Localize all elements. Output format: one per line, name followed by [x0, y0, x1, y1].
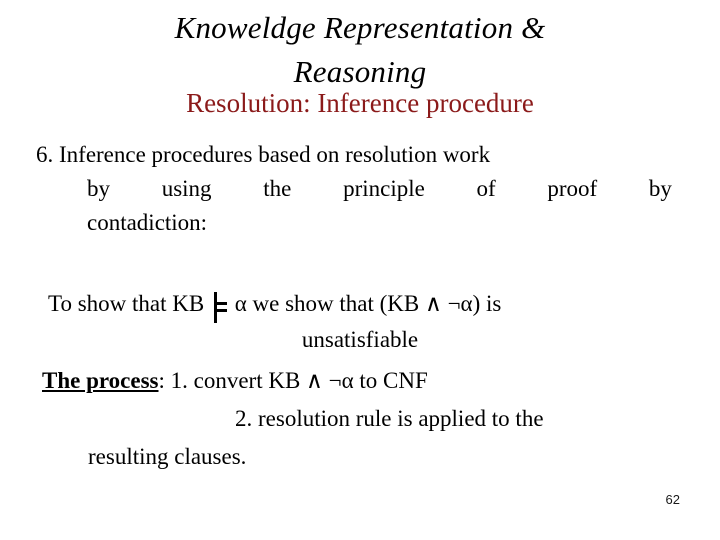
- slide-canvas: Knoweldge Representation & Reasoning Res…: [0, 0, 720, 540]
- justified-word: the: [263, 176, 292, 201]
- process-step-two-line: 2. resolution rule is applied to the: [235, 406, 544, 431]
- process-step-two-continued-line: resulting clauses.: [88, 444, 247, 469]
- justified-word: using: [161, 176, 212, 201]
- slide-number: 62: [665, 492, 680, 507]
- entailment-suffix-text: α we show that (KB ∧ ¬α) is: [228, 291, 502, 316]
- entails-icon-bar: [213, 292, 217, 323]
- process-step-one-text: : 1. convert KB ∧ ¬α to CNF: [158, 368, 428, 393]
- entailment-prefix-text: To show that KB: [48, 291, 210, 316]
- paragraph-one-line-2: by using the principle of proof by: [36, 172, 672, 206]
- justified-word: by: [648, 176, 672, 201]
- body-paragraph-one: 6. Inference procedures based on resolut…: [36, 138, 672, 240]
- body-paragraph-three: The process: 1. convert KB ∧ ¬α to CNF 2…: [0, 362, 720, 476]
- entailment-statement-line: To show that KB α we show that (KB ∧ ¬α)…: [0, 286, 720, 323]
- process-label: The process: [42, 368, 159, 393]
- paragraph-one-line-3: contadiction:: [87, 210, 208, 235]
- entails-icon-arm-top: [213, 302, 227, 305]
- slide-title: Knoweldge Representation & Reasoning: [0, 6, 720, 94]
- justified-word: proof: [547, 176, 598, 201]
- paragraph-one-line-1: 6. Inference procedures based on resolut…: [36, 142, 491, 167]
- justified-word: principle: [343, 176, 425, 201]
- unsatisfiable-line: unsatisfiable: [301, 327, 419, 352]
- entails-icon-arm-bottom: [213, 309, 227, 312]
- body-paragraph-two: To show that KB α we show that (KB ∧ ¬α)…: [0, 286, 720, 358]
- slide-subtitle: Resolution: Inference procedure: [186, 88, 534, 118]
- slide-title-line-1: Knoweldge Representation &: [174, 10, 546, 45]
- justified-word: by: [87, 176, 110, 201]
- process-step-one-line: The process: 1. convert KB ∧ ¬α to CNF: [0, 362, 720, 400]
- justified-word: of: [476, 176, 496, 201]
